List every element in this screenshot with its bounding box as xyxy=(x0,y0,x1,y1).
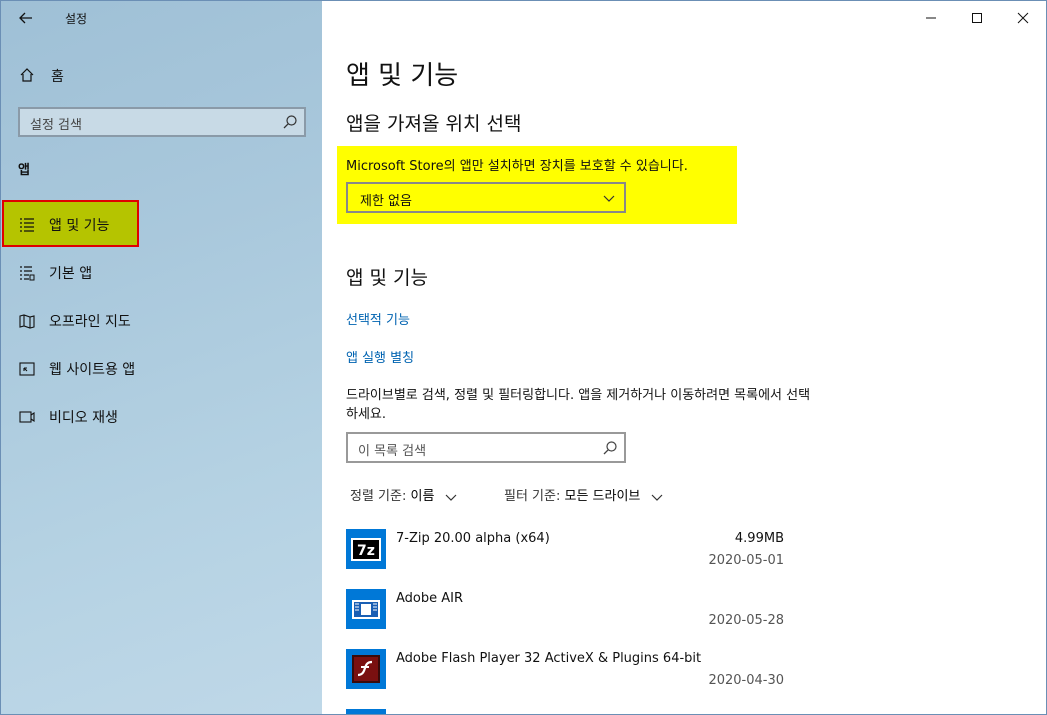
chevron-down-icon xyxy=(445,494,456,501)
window-title: 설정 xyxy=(65,12,88,26)
apps-features-icon xyxy=(20,218,34,232)
app-list-search-placeholder: 이 목록 검색 xyxy=(358,444,427,459)
app-list-item[interactable]: 7z 7-Zip 20.00 alpha (x64) 4.99MB 2020-0… xyxy=(346,529,786,585)
sort-label: 정렬 기준: xyxy=(350,489,407,504)
main-content: 앱 및 기능 앱을 가져올 위치 선택 Microsoft Store의 앱만 … xyxy=(322,1,1046,714)
apps-for-websites-icon xyxy=(19,362,35,376)
sidebar-item-apps-for-websites[interactable]: 웹 사이트용 앱 xyxy=(1,345,322,393)
install-source-dropdown[interactable]: 제한 없음 xyxy=(346,182,626,213)
search-icon xyxy=(603,441,617,455)
next-app-icon-partial xyxy=(346,709,386,714)
home-icon xyxy=(20,68,34,82)
sidebar-item-offline-maps[interactable]: 오프라인 지도 xyxy=(1,297,322,345)
chevron-down-icon xyxy=(651,494,662,501)
back-arrow-icon xyxy=(19,12,32,24)
app-name: 7-Zip 20.00 alpha (x64) xyxy=(396,531,550,546)
maximize-button[interactable] xyxy=(954,1,1000,35)
app-date: 2020-05-01 xyxy=(708,553,784,568)
apps-description: 드라이브별로 검색, 정렬 및 필터링합니다. 앱을 제거하거나 이동하려면 목… xyxy=(346,388,811,422)
offline-maps-icon xyxy=(19,314,35,329)
app-date: 2020-05-28 xyxy=(708,613,784,628)
app-execution-aliases-link[interactable]: 앱 실행 별칭 xyxy=(346,347,414,366)
install-source-value: 제한 없음 xyxy=(360,194,412,209)
app-name: Adobe Flash Player 32 ActiveX & Plugins … xyxy=(396,651,702,666)
sidebar-item-label: 오프라인 지도 xyxy=(49,314,131,330)
minimize-icon xyxy=(926,17,936,19)
home-nav[interactable]: 홈 xyxy=(1,57,322,93)
default-apps-icon xyxy=(20,266,35,281)
back-button[interactable] xyxy=(13,5,39,31)
settings-search-input[interactable]: 설정 검색 xyxy=(18,107,306,137)
filter-by-dropdown[interactable]: 필터 기준: 모든 드라이브 xyxy=(504,485,663,504)
app-date: 2020-04-30 xyxy=(708,673,784,688)
adobe-air-icon xyxy=(346,589,386,629)
install-source-heading: 앱을 가져올 위치 선택 xyxy=(346,113,522,135)
apps-features-heading: 앱 및 기능 xyxy=(346,267,428,289)
minimize-button[interactable] xyxy=(908,1,954,35)
settings-window: 설정 홈 설정 검색 앱 앱 및 기능 기본 앱 오프라인 지도 웹 사이트용 … xyxy=(0,0,1047,715)
sidebar-item-label: 웹 사이트용 앱 xyxy=(49,362,136,378)
section-label-apps: 앱 xyxy=(18,163,30,178)
optional-features-link[interactable]: 선택적 기능 xyxy=(346,309,410,328)
app-list-item[interactable]: Adobe Flash Player 32 ActiveX & Plugins … xyxy=(346,649,786,705)
7zip-icon: 7z xyxy=(346,529,386,569)
sort-value: 이름 xyxy=(410,489,435,504)
filter-value: 모든 드라이브 xyxy=(564,489,641,504)
close-button[interactable] xyxy=(1000,1,1046,35)
app-name: Adobe AIR xyxy=(396,591,464,606)
sidebar-item-apps-features[interactable]: 앱 및 기능 xyxy=(1,201,322,249)
page-title: 앱 및 기능 xyxy=(346,61,459,91)
sidebar-item-label: 앱 및 기능 xyxy=(49,218,110,234)
app-list-search-input[interactable]: 이 목록 검색 xyxy=(346,432,626,463)
search-icon xyxy=(283,115,297,129)
video-playback-icon xyxy=(19,411,35,423)
install-source-note: Microsoft Store의 앱만 설치하면 장치를 보호할 수 있습니다. xyxy=(346,159,688,174)
sidebar-item-video-playback[interactable]: 비디오 재생 xyxy=(1,393,322,441)
flash-player-icon xyxy=(346,649,386,689)
filter-label: 필터 기준: xyxy=(504,489,561,504)
sort-by-dropdown[interactable]: 정렬 기준: 이름 xyxy=(350,485,457,504)
sidebar: 설정 홈 설정 검색 앱 앱 및 기능 기본 앱 오프라인 지도 웹 사이트용 … xyxy=(1,1,322,714)
app-list-item[interactable]: Adobe AIR 2020-05-28 xyxy=(346,589,786,645)
svg-text:7z: 7z xyxy=(357,543,375,559)
app-size: 4.99MB xyxy=(734,531,784,546)
chevron-down-icon xyxy=(603,195,615,202)
sidebar-item-default-apps[interactable]: 기본 앱 xyxy=(1,249,322,297)
maximize-icon xyxy=(972,13,982,23)
title-bar: 설정 xyxy=(1,1,322,35)
sidebar-item-label: 비디오 재생 xyxy=(49,410,118,426)
settings-search-placeholder: 설정 검색 xyxy=(30,118,82,133)
sidebar-item-label: 기본 앱 xyxy=(49,266,93,282)
close-icon xyxy=(1017,12,1029,24)
home-label: 홈 xyxy=(51,69,64,85)
